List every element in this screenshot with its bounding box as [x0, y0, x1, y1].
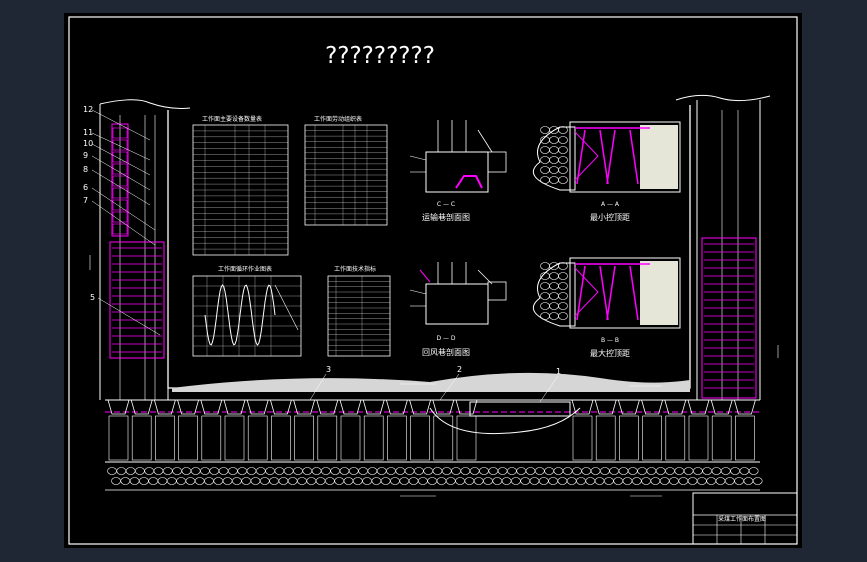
callout-12: 12: [83, 105, 93, 114]
section-c-mark: C — C: [437, 201, 455, 208]
callout-1: 1: [556, 367, 561, 376]
equipment-table-title: 工作面主要设备数量表: [202, 115, 262, 123]
callout-2: 2: [457, 365, 462, 374]
callout-3: 3: [326, 365, 331, 374]
cad-drawing-viewport: ????????? 12 11 10 9 8 7 6 5 工作面主要设备数量表 …: [0, 0, 867, 562]
section-a-mark: A — A: [601, 201, 620, 208]
labor-table-title: 工作面劳动组织表: [314, 115, 362, 123]
section-d-mark: D — D: [436, 335, 455, 342]
section-b-caption: 最大控顶距: [590, 348, 630, 358]
callout-10: 10: [83, 139, 93, 148]
callout-8: 8: [83, 165, 88, 174]
section-c-caption: 运输巷剖面图: [422, 212, 470, 222]
callout-7: 7: [83, 196, 88, 205]
callout-6: 6: [83, 183, 88, 192]
callout-5: 5: [90, 293, 95, 302]
drawing-title: ?????????: [325, 43, 435, 69]
title-block-name: 采煤工作面布置图: [718, 515, 766, 523]
indicator-table-title: 工作面技术指标: [334, 265, 376, 273]
section-a-caption: 最小控顶距: [590, 212, 630, 222]
coal-face: [640, 261, 678, 325]
section-d-caption: 回风巷剖面图: [422, 347, 470, 357]
callout-9: 9: [83, 151, 88, 160]
callout-11: 11: [83, 128, 93, 137]
cycle-chart-title: 工作面循环作业图表: [218, 265, 272, 273]
section-b-mark: B — B: [601, 337, 619, 344]
coal-face: [640, 125, 678, 189]
